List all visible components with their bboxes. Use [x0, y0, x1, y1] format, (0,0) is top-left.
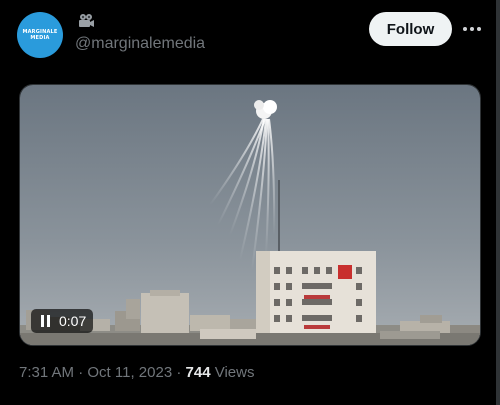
video-frame-image	[20, 85, 480, 345]
views-label: Views	[214, 364, 255, 381]
camera-emoji-icon	[79, 14, 94, 27]
follow-button[interactable]: Follow	[369, 12, 452, 46]
video-playback-control[interactable]: 0:07	[31, 309, 93, 333]
avatar-logo-text-2: MEDIA	[30, 35, 50, 41]
post-time[interactable]: 7:31 AM	[19, 364, 74, 381]
avatar[interactable]: MARGINALE MEDIA	[17, 12, 63, 58]
video-elapsed-time: 0:07	[59, 313, 87, 329]
post-metadata: 7:31 AM · Oct 11, 2023 · 744 Views	[19, 363, 254, 383]
meta-separator-2: ·	[172, 364, 186, 381]
video-player[interactable]: 0:07	[19, 84, 481, 346]
more-options-icon[interactable]	[459, 20, 485, 38]
meta-separator: ·	[74, 364, 88, 381]
post-date[interactable]: Oct 11, 2023	[87, 364, 172, 381]
pause-icon[interactable]	[40, 315, 52, 327]
view-count: 744	[185, 364, 211, 381]
scrollbar-edge	[496, 0, 500, 405]
author-handle[interactable]: @marginalemedia	[75, 34, 205, 54]
